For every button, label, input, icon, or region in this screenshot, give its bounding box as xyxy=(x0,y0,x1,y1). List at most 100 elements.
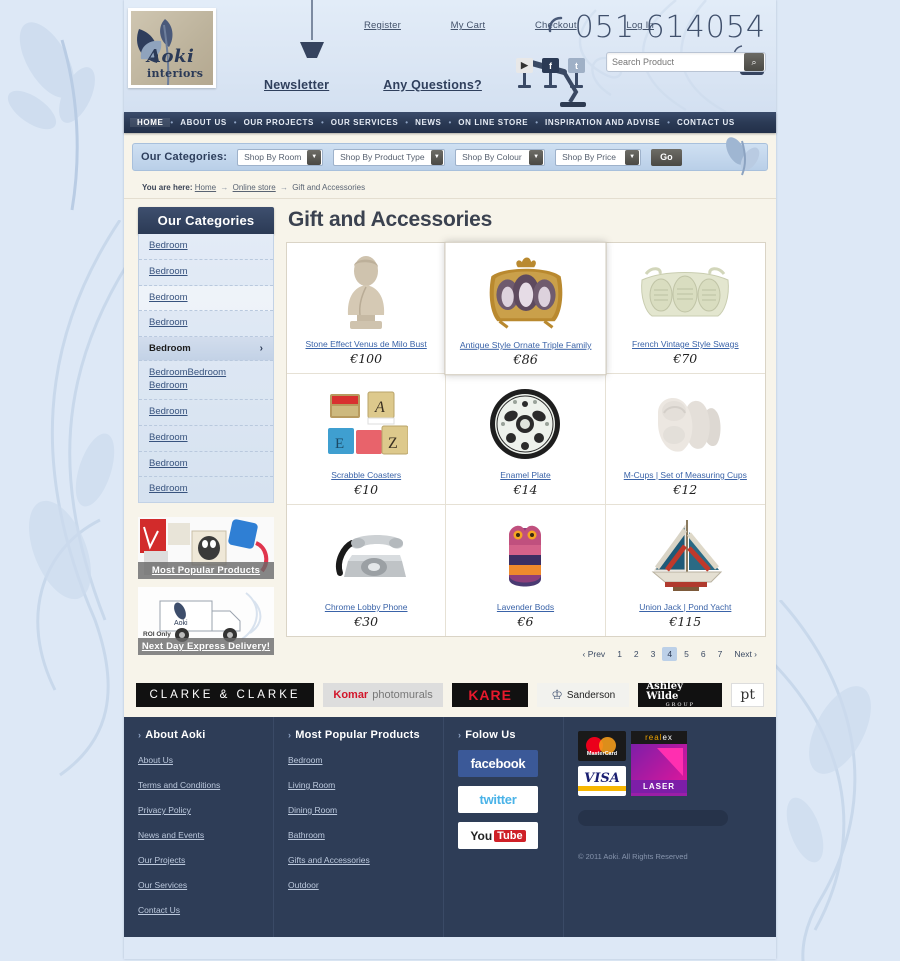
list-item[interactable]: Contact Us xyxy=(138,900,259,918)
product-card-2[interactable]: French Vintage Style Swags €70 xyxy=(605,243,765,374)
sidebar-item-label[interactable]: Bedroom xyxy=(149,458,188,471)
list-item[interactable]: Bathroom xyxy=(288,825,429,843)
pagination-page-6[interactable]: 6 xyxy=(696,647,711,661)
social-post-youtube[interactable]: ▶ xyxy=(516,58,533,88)
brand-kare[interactable]: KARE xyxy=(452,683,529,707)
footer-link-outdoor[interactable]: Outdoor xyxy=(288,880,319,890)
sidebar-item-4-active[interactable]: Bedroom › xyxy=(139,337,273,362)
facebook-icon[interactable]: f xyxy=(542,58,559,73)
product-name[interactable]: Scrabble Coasters xyxy=(327,470,405,480)
youtube-button[interactable]: You Tube xyxy=(458,822,538,849)
product-card-7[interactable]: Lavender Bods €6 xyxy=(446,505,606,636)
sidebar-item-1[interactable]: Bedroom xyxy=(139,260,273,286)
footer-link-terms[interactable]: Terms and Conditions xyxy=(138,780,220,790)
social-post-facebook[interactable]: f xyxy=(542,58,559,88)
sidebar-item-7[interactable]: Bedroom xyxy=(139,426,273,452)
product-name[interactable]: Union Jack | Pond Yacht xyxy=(635,602,735,612)
promo-most-popular-products[interactable]: Most Popular Products xyxy=(138,517,274,580)
list-item[interactable]: Dining Room xyxy=(288,800,429,818)
pagination-page-7[interactable]: 7 xyxy=(713,647,728,661)
search-bar[interactable]: ⌕ xyxy=(606,52,766,72)
sidebar-item-label[interactable]: BedroomBedroom Bedroom xyxy=(149,367,263,393)
nav-item-our-services[interactable]: OUR SERVICES xyxy=(324,118,406,127)
footer-link-news[interactable]: News and Events xyxy=(138,830,204,840)
product-name[interactable]: Enamel Plate xyxy=(496,470,555,480)
footer-link-contact-us[interactable]: Contact Us xyxy=(138,905,180,915)
pagination-page-4-active[interactable]: 4 xyxy=(662,647,678,661)
social-post-twitter[interactable]: t xyxy=(568,58,585,88)
search-input[interactable] xyxy=(607,57,744,67)
chevron-down-icon[interactable]: ▼ xyxy=(529,149,544,165)
facebook-button[interactable]: facebook xyxy=(458,750,538,777)
pagination-page-2[interactable]: 2 xyxy=(629,647,644,661)
sidebar-item-0[interactable]: Bedroom xyxy=(139,234,273,260)
nav-item-news[interactable]: NEWS xyxy=(408,118,448,127)
product-card-6[interactable]: Chrome Lobby Phone €30 xyxy=(287,505,447,636)
footer-link-dining-room[interactable]: Dining Room xyxy=(288,805,337,815)
brand-clarke-and-clarke[interactable]: CLARKE & CLARKE xyxy=(136,683,314,707)
nav-item-on-line-store[interactable]: ON LINE STORE xyxy=(451,118,535,127)
product-name[interactable]: Chrome Lobby Phone xyxy=(321,602,412,612)
select-shop-by-room[interactable]: Shop By Room ▼ xyxy=(237,148,324,166)
sidebar-item-label[interactable]: Bedroom xyxy=(149,266,188,279)
promo-caption[interactable]: Next Day Express Delivery! xyxy=(138,638,274,656)
list-item[interactable]: Bedroom xyxy=(288,750,429,768)
pagination-page-5[interactable]: 5 xyxy=(679,647,694,661)
search-icon[interactable]: ⌕ xyxy=(744,53,764,71)
product-name[interactable]: Stone Effect Venus de Milo Bust xyxy=(302,339,431,349)
logo[interactable]: Aoki interiors xyxy=(128,8,216,88)
sidebar-item-label[interactable]: Bedroom xyxy=(149,292,188,305)
product-card-3[interactable]: A E Z Scrabble Coasters €10 xyxy=(287,374,447,505)
pagination-next[interactable]: Next › xyxy=(729,647,762,661)
sidebar-item-5[interactable]: BedroomBedroom Bedroom xyxy=(139,361,273,400)
link-my-cart[interactable]: My Cart xyxy=(451,20,486,31)
brand-ashley-wilde-group[interactable]: Ashley Wilde GROUP xyxy=(638,682,723,708)
footer-link-bathroom[interactable]: Bathroom xyxy=(288,830,325,840)
product-card-8[interactable]: Union Jack | Pond Yacht €115 xyxy=(606,505,765,636)
pagination-page-3[interactable]: 3 xyxy=(646,647,661,661)
sidebar-item-label[interactable]: Bedroom xyxy=(149,432,188,445)
sidebar-item-label[interactable]: Bedroom xyxy=(149,317,188,330)
pagination-page-1[interactable]: 1 xyxy=(612,647,627,661)
list-item[interactable]: Our Projects xyxy=(138,850,259,868)
product-name[interactable]: French Vintage Style Swags xyxy=(628,339,743,349)
list-item[interactable]: About Us xyxy=(138,750,259,768)
select-shop-by-colour[interactable]: Shop By Colour ▼ xyxy=(455,148,546,166)
sidebar-item-8[interactable]: Bedroom xyxy=(139,452,273,478)
list-item[interactable]: Our Services xyxy=(138,875,259,893)
product-card-1-featured[interactable]: Antique Style Ornate Triple Family €86 xyxy=(444,241,608,376)
sidebar-item-6[interactable]: Bedroom xyxy=(139,400,273,426)
footer-link-gifts[interactable]: Gifts and Accessories xyxy=(288,855,370,865)
sidebar-item-3[interactable]: Bedroom xyxy=(139,311,273,338)
select-shop-by-product-type[interactable]: Shop By Product Type ▼ xyxy=(333,148,446,166)
list-item[interactable]: News and Events xyxy=(138,825,259,843)
list-item[interactable]: Outdoor xyxy=(288,875,429,893)
chevron-down-icon[interactable]: ▼ xyxy=(307,149,322,165)
breadcrumb-item-online-store[interactable]: Online store xyxy=(233,183,276,192)
footer-link-bedroom[interactable]: Bedroom xyxy=(288,755,323,765)
sidebar-item-2[interactable]: Bedroom xyxy=(139,285,273,312)
list-item[interactable]: Terms and Conditions xyxy=(138,775,259,793)
chevron-down-icon[interactable]: ▼ xyxy=(625,149,640,165)
chevron-down-icon[interactable]: ▼ xyxy=(430,149,444,165)
list-item[interactable]: Living Room xyxy=(288,775,429,793)
product-name[interactable]: Lavender Bods xyxy=(493,602,558,612)
twitter-icon[interactable]: t xyxy=(568,58,585,73)
list-item[interactable]: Privacy Policy xyxy=(138,800,259,818)
product-card-5[interactable]: M-Cups | Set of Measuring Cups €12 xyxy=(605,374,765,505)
footer-link-our-projects[interactable]: Our Projects xyxy=(138,855,185,865)
brand-sanderson[interactable]: ♔ Sanderson xyxy=(537,683,630,707)
twitter-button[interactable]: twitter xyxy=(458,786,538,813)
nav-item-contact-us[interactable]: CONTACT US xyxy=(670,118,742,127)
footer-link-living-room[interactable]: Living Room xyxy=(288,780,335,790)
pagination-prev[interactable]: ‹ Prev xyxy=(578,647,611,661)
brand-pt[interactable]: pt xyxy=(731,683,764,707)
promo-caption[interactable]: Most Popular Products xyxy=(138,562,274,580)
product-name[interactable]: M-Cups | Set of Measuring Cups xyxy=(620,470,751,480)
link-any-questions[interactable]: Any Questions? xyxy=(383,78,482,92)
sidebar-item-9[interactable]: Bedroom xyxy=(139,477,273,502)
product-name[interactable]: Antique Style Ornate Triple Family xyxy=(456,339,596,349)
select-shop-by-price[interactable]: Shop By Price ▼ xyxy=(555,148,642,166)
nav-item-our-projects[interactable]: OUR PROJECTS xyxy=(237,118,321,127)
link-register[interactable]: Register xyxy=(364,20,401,31)
